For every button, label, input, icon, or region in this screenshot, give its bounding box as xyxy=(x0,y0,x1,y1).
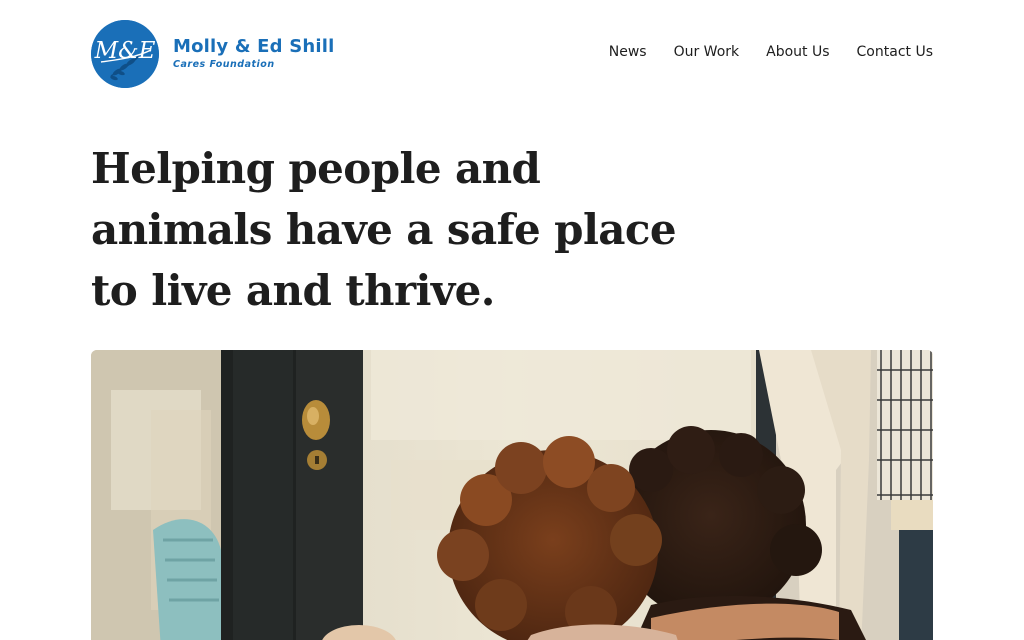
hero-photo xyxy=(91,350,933,640)
nav-item-about-us[interactable]: About Us xyxy=(766,44,829,60)
hero-heading: Helping people and animals have a safe p… xyxy=(91,144,677,315)
logo-emblem: M&E xyxy=(91,20,159,88)
svg-text:M&E: M&E xyxy=(94,38,156,64)
main-nav: News Our Work About Us Contact Us xyxy=(609,44,933,60)
site-header: M&E Molly & Ed Shill Cares Foundation Ne… xyxy=(91,20,933,88)
nav-item-our-work[interactable]: Our Work xyxy=(674,44,740,60)
page: M&E Molly & Ed Shill Cares Foundation Ne… xyxy=(0,0,1024,640)
nav-item-contact-us[interactable]: Contact Us xyxy=(857,44,933,60)
logo-monogram-icon: M&E xyxy=(91,20,159,88)
logo-wordmark: Molly & Ed Shill Cares Foundation xyxy=(173,38,335,70)
hero-photo-illustration xyxy=(91,350,933,640)
nav-item-news[interactable]: News xyxy=(609,44,647,60)
logo-title: Molly & Ed Shill xyxy=(173,36,335,58)
logo-subtitle: Cares Foundation xyxy=(173,59,275,71)
site-logo-link[interactable]: M&E Molly & Ed Shill Cares Foundation xyxy=(91,20,335,88)
